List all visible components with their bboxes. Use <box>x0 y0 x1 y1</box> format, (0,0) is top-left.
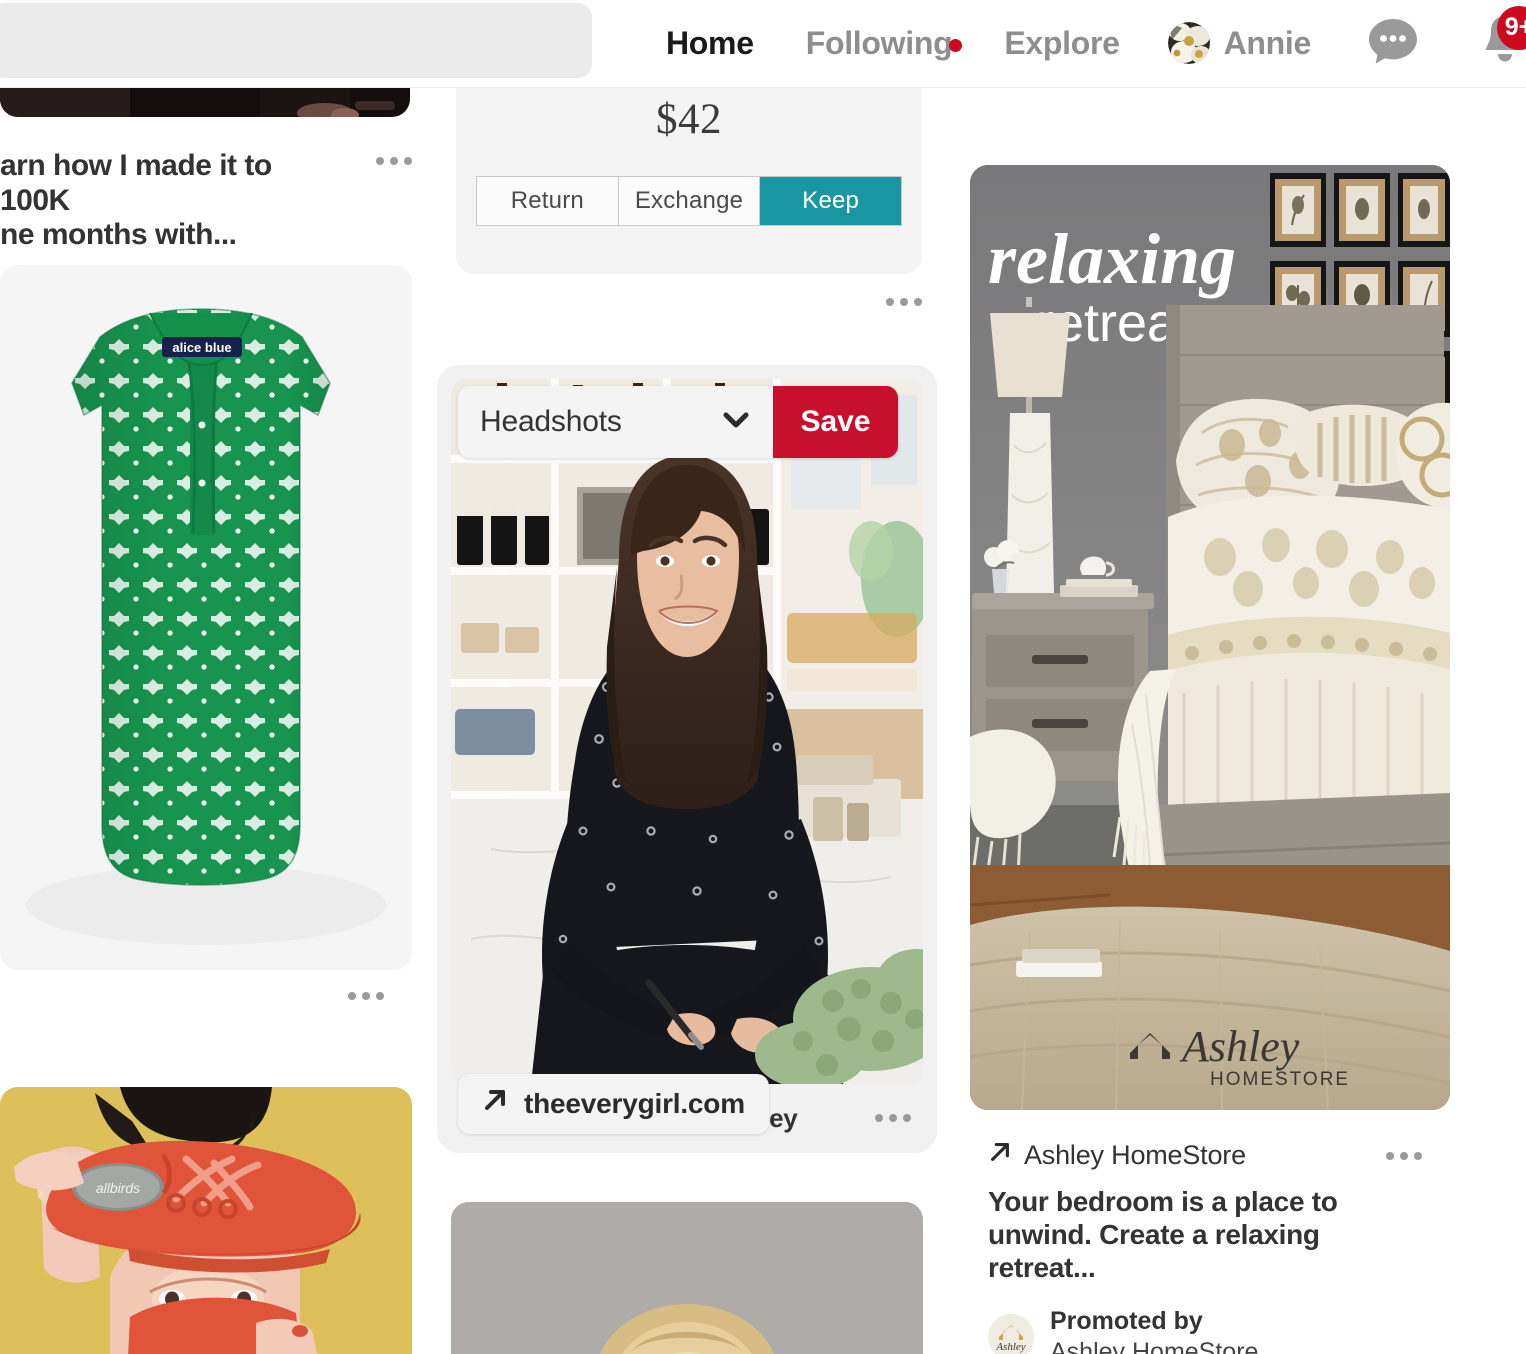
svg-text:allbirds: allbirds <box>96 1180 140 1196</box>
pin-card-blonde-portrait[interactable] <box>437 1202 937 1354</box>
profile-name: Annie <box>1223 24 1312 61</box>
option-return[interactable]: Return <box>477 177 619 225</box>
ellipsis-icon[interactable] <box>348 992 384 1000</box>
daisy-flower-avatar <box>1167 22 1210 64</box>
svg-text:HOMESTORE: HOMESTORE <box>1210 1069 1350 1090</box>
pin-card-100k[interactable]: arn how I made it to 100K ne months with… <box>0 87 412 253</box>
ashley-headline-script: relaxing <box>988 219 1236 299</box>
ashley-description: Your bedroom is a place to unwind. Creat… <box>988 1186 1338 1284</box>
ashley-house-icon: Ashley <box>988 1313 1034 1354</box>
pin-card-return-exchange-keep[interactable]: $42 Return Exchange Keep <box>437 87 937 306</box>
messages-button[interactable] <box>1333 17 1453 70</box>
pin-image-blonde-portrait[interactable] <box>451 1202 923 1354</box>
pin-image-ashley-bedroom[interactable]: relaxing retreat Ashley HOMESTORE <box>970 165 1450 1110</box>
svg-text:Ashley: Ashley <box>1179 1022 1300 1071</box>
ellipsis-icon[interactable] <box>1386 1151 1422 1160</box>
pin-title-100k-line2: ne months with... <box>0 218 237 251</box>
pin-card-blouse[interactable]: alice blue <box>0 265 412 1000</box>
option-keep[interactable]: Keep <box>760 177 902 225</box>
ashley-source-row[interactable]: Ashley HomeStore <box>970 1110 1450 1171</box>
pin-title-100k: arn how I made it to 100K ne months with… <box>0 149 330 253</box>
nav-item-explore-label: Explore <box>1004 24 1120 61</box>
promoted-by-row[interactable]: Ashley Promoted by Ashley HomeStore <box>970 1284 1450 1354</box>
save-button[interactable]: Save <box>773 386 898 458</box>
search-input[interactable] <box>0 3 592 78</box>
pinterest-home-feed: Home Following Explore Annie 9+ arn how … <box>0 0 1526 1354</box>
nav-item-explore[interactable]: Explore <box>978 25 1145 62</box>
pin-image-shoe[interactable]: allbirds <box>0 1087 412 1354</box>
chat-bubble-icon <box>1367 17 1419 70</box>
board-select[interactable]: Headshots <box>458 386 773 458</box>
nav-links: Home Following Explore Annie 9+ <box>640 0 1526 86</box>
option-exchange[interactable]: Exchange <box>619 177 761 225</box>
pin-image-blouse[interactable]: alice blue <box>0 265 412 970</box>
nav-item-following-label: Following <box>805 24 953 61</box>
pin-card-shoe[interactable]: allbirds <box>0 1087 412 1354</box>
nav-item-following[interactable]: Following <box>780 25 979 62</box>
nav-item-profile[interactable]: Annie <box>1146 22 1333 64</box>
ashley-source-label: Ashley HomeStore <box>1024 1140 1246 1170</box>
ellipsis-icon[interactable] <box>376 157 412 165</box>
pin-image-100k[interactable] <box>0 87 410 117</box>
pin-card-ashley-promoted[interactable]: relaxing retreat Ashley HOMESTORE Ashley… <box>970 165 1450 1354</box>
pin-image-return-card[interactable]: $42 Return Exchange Keep <box>456 87 922 274</box>
source-link-label: theeverygirl.com <box>524 1087 745 1119</box>
ellipsis-icon[interactable] <box>875 1114 911 1123</box>
top-navigation-bar: Home Following Explore Annie 9+ <box>0 0 1526 88</box>
nav-item-home-label: Home <box>666 24 754 61</box>
price-label: $42 <box>656 96 722 143</box>
svg-text:Ashley: Ashley <box>995 1341 1025 1353</box>
arrow-up-right-icon <box>482 1087 508 1120</box>
nav-item-home[interactable]: Home <box>640 25 780 62</box>
save-to-board-bar[interactable]: Headshots Save <box>458 386 898 458</box>
ellipsis-icon[interactable] <box>886 298 922 306</box>
svg-text:alice blue: alice blue <box>172 340 231 355</box>
following-notification-dot-icon <box>949 38 963 52</box>
chevron-down-icon <box>721 410 751 435</box>
notifications-button[interactable]: 9+ <box>1453 5 1526 75</box>
pin-card-tara-foley[interactable]: Headshots Save theeverygirl.com <box>437 365 937 1153</box>
promoted-label: Promoted by <box>1050 1307 1203 1336</box>
return-options-segmented-control[interactable]: Return Exchange Keep <box>476 176 902 226</box>
pin-image-tara-foley[interactable] <box>451 379 923 1084</box>
source-link-chip[interactable]: theeverygirl.com <box>458 1073 769 1134</box>
promoted-advertiser: Ashley HomeStore <box>1050 1337 1259 1354</box>
board-select-label: Headshots <box>480 405 622 438</box>
arrow-up-right-icon <box>988 1140 1012 1171</box>
pin-title-100k-line1: arn how I made it to 100K <box>0 149 272 217</box>
pin-feed: arn how I made it to 100K ne months with… <box>0 87 1526 1354</box>
